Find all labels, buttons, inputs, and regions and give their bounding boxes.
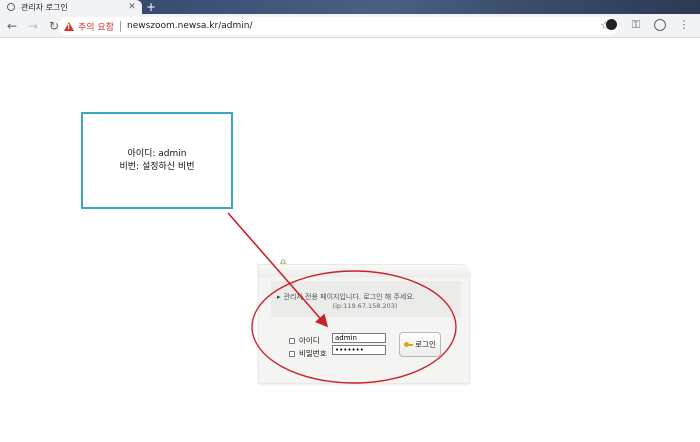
ip-text: (ip:119.67.158.203) bbox=[332, 302, 398, 310]
browser-tab[interactable]: 관리자 로그인 ✕ bbox=[0, 0, 142, 14]
password-input[interactable]: ••••••• bbox=[332, 345, 386, 355]
login-panel: 관리자 전용 페이지입니다. 로그인 해 주세요. (ip:119.67.158… bbox=[258, 264, 471, 384]
note-id-line: 아이디: admin bbox=[127, 148, 187, 159]
back-button[interactable]: ← bbox=[3, 17, 21, 35]
tab-strip: 관리자 로그인 ✕ + bbox=[0, 0, 700, 14]
notice-text: 관리자 전용 페이지입니다. 로그인 해 주세요. bbox=[277, 292, 416, 302]
address-bar[interactable]: 주의 요함 newszoom.newsa.kr/admin/ ☆ bbox=[58, 17, 618, 35]
bullet-icon bbox=[289, 350, 295, 357]
security-indicator[interactable]: 주의 요함 bbox=[78, 20, 114, 33]
key-icon bbox=[404, 342, 414, 347]
login-button[interactable]: 로그인 bbox=[399, 332, 441, 357]
new-tab-button[interactable]: + bbox=[144, 1, 158, 13]
browser-toolbar: ← → ↻ 주의 요함 newszoom.newsa.kr/admin/ ☆ ⚿… bbox=[0, 14, 700, 38]
login-button-label: 로그인 bbox=[415, 340, 436, 349]
warning-icon bbox=[64, 21, 74, 31]
menu-icon[interactable]: ⋮ bbox=[676, 17, 692, 33]
close-icon[interactable]: ✕ bbox=[126, 0, 138, 14]
omnibox-separator bbox=[119, 20, 121, 32]
tab-title: 관리자 로그인 bbox=[21, 2, 68, 12]
url-text[interactable]: newszoom.newsa.kr/admin/ bbox=[127, 21, 253, 31]
id-input[interactable] bbox=[332, 333, 386, 343]
extension-icon[interactable] bbox=[604, 17, 620, 33]
bullet-icon bbox=[289, 337, 295, 344]
toolbar-icons: ⚿ ⋮ bbox=[604, 17, 692, 33]
password-key-icon[interactable]: ⚿ bbox=[628, 17, 644, 33]
forward-button[interactable]: → bbox=[24, 17, 42, 35]
globe-icon bbox=[7, 3, 15, 11]
credentials-note: 아이디: admin 비번: 설정하신 비번 bbox=[81, 112, 233, 209]
profile-avatar-icon[interactable] bbox=[652, 17, 668, 33]
note-password-line: 비번: 설정하신 비번 bbox=[119, 161, 195, 172]
